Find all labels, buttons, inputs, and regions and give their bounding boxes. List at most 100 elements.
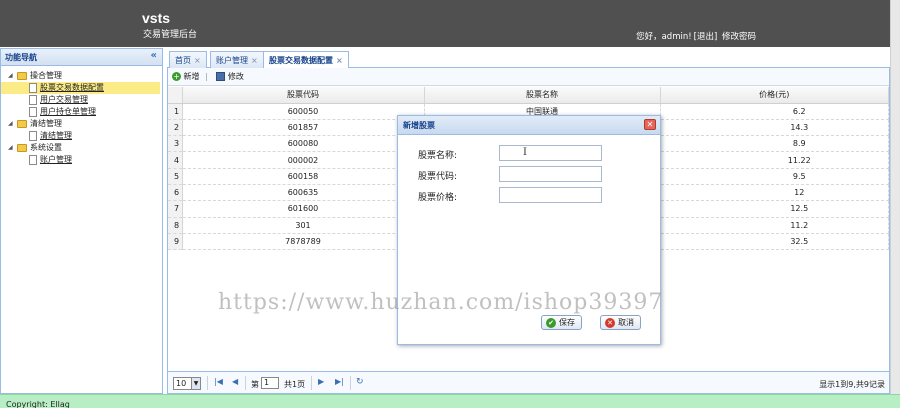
tree-group-system[interactable]: ◢ 系统设置 bbox=[1, 142, 162, 154]
pager-separator bbox=[350, 376, 351, 390]
stock-name-input[interactable] bbox=[499, 145, 602, 161]
edit-button[interactable]: 修改 bbox=[213, 72, 244, 81]
app-subtitle: 交易管理后台 bbox=[143, 30, 198, 40]
nav-tree: ◢ 操合管理 股票交易数据配置 用户交易管理 用户持仓单管理 ◢ 清结管理 清结… bbox=[1, 66, 162, 166]
logout-link[interactable]: [退出] bbox=[694, 32, 718, 42]
cancel-label: 取消 bbox=[618, 318, 634, 327]
column-header-name[interactable]: 股票名称 bbox=[424, 87, 661, 104]
form-row-price: 股票价格: bbox=[418, 187, 638, 203]
close-icon[interactable]: ✕ bbox=[644, 119, 656, 130]
first-page-icon[interactable]: |◀ bbox=[214, 377, 223, 386]
tab-label: 账户管理 bbox=[216, 56, 248, 65]
close-icon[interactable]: × bbox=[336, 56, 343, 65]
last-page-icon[interactable]: ▶| bbox=[335, 377, 344, 386]
next-page-icon[interactable]: ▶ bbox=[318, 377, 324, 386]
tree-item-stock-config[interactable]: 股票交易数据配置 bbox=[1, 82, 160, 94]
save-label: 保存 bbox=[559, 318, 575, 327]
sidebar-header: 功能导航 « bbox=[1, 49, 162, 66]
folder-icon bbox=[17, 120, 27, 128]
page-number-input[interactable]: 1 bbox=[261, 377, 279, 389]
tree-item-label[interactable]: 用户交易管理 bbox=[40, 94, 88, 106]
cell-price: 9.5 bbox=[660, 168, 889, 185]
tab-label: 股票交易数据配置 bbox=[269, 56, 333, 65]
expand-toggle-icon[interactable]: ◢ bbox=[8, 118, 13, 130]
cell-price: 11.2 bbox=[660, 217, 889, 234]
cell-code: 601600 bbox=[182, 200, 425, 218]
cell-price: 14.3 bbox=[660, 119, 889, 137]
form-row-code: 股票代码: bbox=[418, 166, 638, 182]
stock-price-label: 股票价格: bbox=[418, 193, 458, 203]
cell-price: 32.5 bbox=[660, 233, 889, 251]
expand-toggle-icon[interactable]: ◢ bbox=[8, 70, 13, 82]
save-button[interactable]: ✔ 保存 bbox=[541, 315, 582, 330]
cell-code: 600080 bbox=[182, 135, 425, 153]
grid-toolbar: + 新增 | 修改 bbox=[168, 68, 889, 86]
stock-price-input[interactable] bbox=[499, 187, 602, 203]
form-row-name: 股票名称: bbox=[418, 145, 638, 161]
cell-code: 601857 bbox=[182, 119, 425, 137]
pager-separator bbox=[311, 376, 312, 390]
footer: Copyright: Ellag bbox=[0, 394, 900, 408]
tree-group-settlement[interactable]: ◢ 清结管理 bbox=[1, 118, 162, 130]
double-chevron-left-icon[interactable]: « bbox=[151, 50, 157, 61]
toolbar-separator: | bbox=[205, 72, 208, 81]
tree-item-label[interactable]: 清结管理 bbox=[40, 130, 72, 142]
chevron-down-icon[interactable]: ▼ bbox=[191, 378, 200, 389]
app-title: vsts bbox=[142, 10, 171, 26]
page-scrollbar[interactable] bbox=[890, 0, 900, 394]
dialog-title: 新增股票 bbox=[403, 121, 435, 130]
close-icon[interactable]: × bbox=[194, 56, 201, 65]
row-number: 8 bbox=[168, 217, 183, 234]
cancel-button[interactable]: ✕ 取消 bbox=[600, 315, 641, 330]
folder-icon bbox=[17, 72, 27, 80]
folder-icon bbox=[17, 144, 27, 152]
tab-home[interactable]: 首页 × bbox=[169, 51, 207, 68]
stock-code-input[interactable] bbox=[499, 166, 602, 182]
row-number: 3 bbox=[168, 135, 183, 153]
stock-code-label: 股票代码: bbox=[418, 172, 458, 182]
add-button[interactable]: + 新增 bbox=[172, 72, 202, 81]
add-label: 新增 bbox=[183, 72, 200, 81]
cell-code: 600158 bbox=[182, 168, 425, 185]
cell-code: 000002 bbox=[182, 151, 425, 169]
tab-stock-config[interactable]: 股票交易数据配置 × bbox=[263, 51, 349, 69]
tab-label: 首页 bbox=[175, 56, 191, 65]
tree-item-label[interactable]: 账户管理 bbox=[40, 154, 72, 166]
stock-name-label: 股票名称: bbox=[418, 151, 458, 161]
expand-toggle-icon[interactable]: ◢ bbox=[8, 142, 13, 154]
prev-page-icon[interactable]: ◀ bbox=[232, 377, 238, 386]
file-icon bbox=[29, 155, 37, 165]
tree-item-user-positions[interactable]: 用户持仓单管理 bbox=[1, 106, 162, 118]
close-icon[interactable]: × bbox=[251, 56, 258, 65]
row-number: 1 bbox=[168, 103, 183, 120]
cell-code: 301 bbox=[182, 217, 425, 234]
file-icon bbox=[29, 95, 37, 105]
edit-label: 修改 bbox=[227, 72, 244, 81]
column-header-price[interactable]: 价格(元) bbox=[660, 87, 889, 104]
refresh-icon[interactable]: ↻ bbox=[356, 377, 364, 387]
save-disk-icon bbox=[216, 72, 226, 81]
tree-item-user-trade[interactable]: 用户交易管理 bbox=[1, 94, 162, 106]
dialog-body: 股票名称: 股票代码: 股票价格: bbox=[398, 136, 660, 303]
copyright-text: Copyright: Ellag bbox=[6, 400, 70, 408]
row-number: 9 bbox=[168, 233, 183, 251]
tree-group-ops[interactable]: ◢ 操合管理 bbox=[1, 70, 162, 82]
grid-header-row: 股票代码 股票名称 价格(元) bbox=[168, 87, 889, 104]
cell-price: 11.22 bbox=[660, 151, 889, 169]
tree-item-settlement[interactable]: 清结管理 bbox=[1, 130, 162, 142]
page-size-select[interactable]: 10 ▼ bbox=[173, 377, 201, 390]
column-header-code[interactable]: 股票代码 bbox=[182, 87, 425, 104]
row-number: 7 bbox=[168, 200, 183, 218]
cell-code: 7878789 bbox=[182, 233, 425, 251]
sidebar-title: 功能导航 bbox=[5, 53, 37, 62]
tree-item-label[interactable]: 用户持仓单管理 bbox=[40, 106, 96, 118]
change-password-link[interactable]: 修改密码 bbox=[722, 32, 756, 42]
file-icon bbox=[29, 131, 37, 141]
pager-separator bbox=[245, 376, 246, 390]
page-size-value: 10 bbox=[176, 379, 187, 388]
tree-item-label[interactable]: 股票交易数据配置 bbox=[40, 82, 104, 94]
dialog-header[interactable]: 新增股票 ✕ bbox=[398, 116, 660, 135]
tree-item-accounts[interactable]: 账户管理 bbox=[1, 154, 162, 166]
tree-group-label: 清结管理 bbox=[30, 119, 62, 128]
tab-accounts[interactable]: 账户管理 × bbox=[210, 51, 264, 68]
